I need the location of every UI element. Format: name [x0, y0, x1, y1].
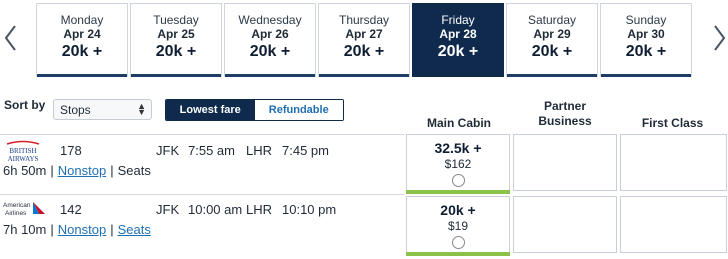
partner-business-line-2: Business	[538, 114, 592, 128]
date-tab-monday[interactable]: Monday Apr 24 20k +	[36, 3, 128, 77]
lowest-fare-option[interactable]: Lowest fare	[166, 100, 255, 120]
arrive-time: 7:45 pm	[282, 143, 329, 158]
separator: |	[110, 163, 114, 178]
seats-link[interactable]: Seats	[118, 222, 151, 237]
fare-cash: $162	[444, 157, 472, 171]
seats-label[interactable]: Seats	[118, 163, 151, 178]
svg-text:Airlines: Airlines	[5, 210, 27, 217]
flight-details: 7h 10m | Nonstop | Seats	[3, 222, 151, 237]
date-tab-saturday[interactable]: Saturday Apr 29 20k +	[506, 3, 598, 77]
american-airlines-logo: American Airlines	[3, 199, 47, 219]
duration: 7h 10m	[3, 222, 47, 237]
date-strip: Monday Apr 24 20k + Tuesday Apr 25 20k +…	[36, 3, 692, 77]
row-divider	[0, 194, 404, 195]
separator: |	[50, 163, 54, 178]
chevron-left-icon	[4, 25, 16, 51]
refundable-option[interactable]: Refundable	[254, 100, 343, 120]
arrive-time: 10:10 pm	[282, 202, 337, 217]
row-divider	[0, 134, 404, 135]
fare-type-toggle: Lowest fare Refundable	[165, 99, 344, 121]
select-arrows-icon: ▲ ▼	[137, 101, 146, 117]
fare-cash: $19	[447, 219, 469, 233]
partner-business-line-1: Partner	[543, 99, 587, 113]
column-header-main-cabin: Main Cabin	[426, 116, 491, 130]
depart-time: 7:55 am	[188, 143, 235, 158]
separator: |	[110, 222, 114, 237]
sort-select-value: Stops	[60, 103, 91, 117]
fare-indicator-bar	[406, 190, 510, 194]
origin-airport: JFK	[156, 202, 180, 217]
duration: 6h 50m	[3, 163, 47, 178]
stops-link[interactable]: Nonstop	[58, 163, 106, 178]
chevron-right-icon	[714, 25, 726, 51]
flight-number: 142	[60, 202, 82, 217]
fare-indicator-bar	[406, 252, 510, 256]
main-cabin-fare-cell[interactable]: 20k + $19	[406, 196, 510, 256]
separator: |	[50, 222, 54, 237]
flight-number: 178	[60, 143, 82, 158]
main-cabin-fare-cell[interactable]: 32.5k + $162	[406, 134, 510, 194]
sort-by-label: Sort by	[4, 98, 46, 112]
svg-text:American: American	[3, 202, 31, 209]
date-tab-wednesday[interactable]: Wednesday Apr 26 20k +	[224, 3, 316, 77]
date-tab-thursday[interactable]: Thursday Apr 27 20k +	[318, 3, 410, 77]
destination-airport: LHR	[246, 202, 273, 217]
partner-business-fare-cell	[513, 134, 617, 191]
destination-airport: LHR	[246, 143, 273, 158]
depart-time: 10:00 am	[188, 202, 243, 217]
flight-details: 6h 50m | Nonstop | Seats	[3, 163, 151, 178]
british-airways-logo: BRITISH AIRWAYS	[3, 140, 43, 164]
date-tab-tuesday[interactable]: Tuesday Apr 25 20k +	[130, 3, 222, 77]
column-header-first-class: First Class	[641, 116, 704, 130]
previous-week-button[interactable]	[2, 20, 20, 56]
first-class-fare-cell	[620, 134, 727, 191]
fare-radio[interactable]	[451, 174, 465, 187]
svg-text:AIRWAYS: AIRWAYS	[8, 155, 39, 163]
fare-radio[interactable]	[451, 236, 465, 249]
column-header-partner-business: Partner Business	[513, 99, 617, 129]
partner-business-fare-cell	[513, 196, 617, 253]
svg-text:BRITISH: BRITISH	[9, 147, 36, 155]
origin-airport: JFK	[156, 143, 180, 158]
date-tab-sunday[interactable]: Sunday Apr 30 20k +	[600, 3, 692, 77]
stops-link[interactable]: Nonstop	[58, 222, 106, 237]
next-week-button[interactable]	[710, 20, 728, 56]
sort-select[interactable]: Stops ▲ ▼	[53, 99, 152, 120]
fare-miles: 20k +	[440, 202, 476, 218]
fare-miles: 32.5k +	[434, 140, 482, 156]
date-tab-friday-selected[interactable]: Friday Apr 28 20k +	[412, 3, 504, 77]
first-class-fare-cell	[620, 196, 727, 253]
